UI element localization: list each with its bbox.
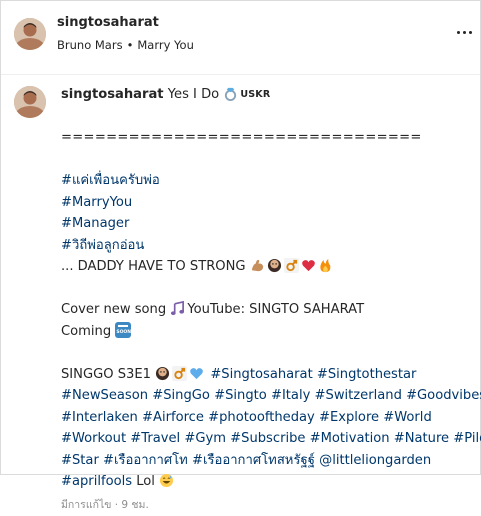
blue-heart-icon (189, 366, 204, 381)
coming-line: Coming SOON (61, 321, 466, 343)
flexed-biceps-icon (250, 258, 265, 273)
grinning-sweat-icon (159, 473, 174, 488)
red-heart-icon (301, 258, 316, 273)
post-card: singtosaharat Bruno Mars •Marry You singt… (0, 0, 481, 475)
bearded-face-icon (155, 366, 170, 381)
hashtag[interactable]: #Singto (214, 388, 267, 403)
daddy-text: ... DADDY HAVE TO STRONG (61, 259, 246, 274)
hashtag[interactable]: #เรืออากาศโท (103, 453, 188, 468)
hashtag[interactable]: #Airforce (142, 410, 204, 425)
hashtag-line: #Workout #Travel #Gym #Subscribe #Motiva… (61, 428, 466, 450)
hashtag[interactable]: #Singtosaharat (210, 367, 312, 382)
hashtag[interactable]: #SingGo (152, 388, 210, 403)
hashtag[interactable]: #Motivation (310, 431, 390, 446)
coming-text: Coming (61, 324, 111, 339)
divider-line: ================================ (61, 127, 466, 149)
hashtag-line: #Star #เรืออากาศโท #เรืออากาศโทสหรัฐฐ์ @… (61, 450, 466, 472)
hashtag-line: #NewSeason #SingGo #Singto #Italy #Switz… (61, 385, 466, 407)
hashtag[interactable]: #Singtothestar (317, 367, 417, 382)
male-sign-icon (284, 258, 299, 273)
daddy-line: ... DADDY HAVE TO STRONG (61, 256, 466, 278)
music-artist[interactable]: Bruno Mars (57, 38, 123, 52)
hashtag[interactable]: #World (383, 410, 432, 425)
male-sign-icon (172, 366, 187, 381)
hashtag[interactable]: #แค่เพื่อนครับพ่อ (61, 173, 160, 188)
hashtag[interactable]: #เรืออากาศโทสหรัฐฐ์ (192, 453, 315, 468)
music-song[interactable]: Marry You (137, 38, 194, 52)
soon-arrow-icon: SOON (115, 322, 131, 338)
lol-text: Lol (136, 474, 155, 489)
hashtag[interactable]: #Explore (319, 410, 379, 425)
hashtag[interactable]: #Italy (271, 388, 310, 403)
hashtag[interactable]: #Pilot (453, 431, 481, 446)
fire-icon (318, 258, 333, 273)
bearded-face-icon (267, 258, 282, 273)
last-line: #aprilfools Lol (61, 471, 466, 493)
hashtag[interactable]: #aprilfools (61, 474, 132, 489)
hashtag[interactable]: #Nature (394, 431, 449, 446)
hashtag[interactable]: #Manager (61, 216, 129, 231)
title-suffix: USKR (240, 89, 270, 100)
hashtag[interactable]: #MarryYou (61, 195, 132, 210)
hashtag[interactable]: #Switzerland (315, 388, 402, 403)
hashtag[interactable]: #Workout (61, 431, 126, 446)
hashtag[interactable]: #Travel (130, 431, 180, 446)
caption-title-line: singtosaharat Yes I Do USKR (61, 84, 466, 106)
more-options-icon[interactable] (456, 25, 472, 41)
hashtag[interactable]: #photooftheday (208, 410, 315, 425)
header-username[interactable]: singtosaharat (57, 15, 159, 30)
musical-notes-icon (170, 301, 185, 316)
hashtag[interactable]: #Interlaken (61, 410, 138, 425)
hashtag[interactable]: #NewSeason (61, 388, 148, 403)
timestamp: มีการแก้ไข · 9 ชม. (61, 495, 466, 516)
music-separator: • (127, 38, 134, 52)
hashtag[interactable]: #Subscribe (230, 431, 305, 446)
mention-link[interactable]: @littleliongarden (319, 453, 431, 468)
avatar[interactable] (14, 18, 46, 50)
caption: singtosaharat Yes I Do USKR ============… (61, 84, 466, 516)
hashtag[interactable]: #Star (61, 453, 99, 468)
cover-line: Cover new song YouTube: SINGTO SAHARAT (61, 299, 466, 321)
cover-text: Cover new song (61, 302, 166, 317)
youtube-link-text: YouTube: SINGTO SAHARAT (187, 302, 364, 317)
ring-icon (223, 86, 238, 101)
season-text: SINGGO S3E1 (61, 367, 151, 382)
caption-username[interactable]: singtosaharat (61, 87, 164, 102)
season-line: SINGGO S3E1 #Singtosaharat #Singtothesta… (61, 364, 466, 386)
hashtag[interactable]: #Goodvibes (406, 388, 481, 403)
music-info[interactable]: Bruno Mars •Marry You (57, 38, 194, 52)
caption-title: Yes I Do (168, 87, 219, 102)
hashtag-line: #Interlaken #Airforce #photooftheday #Ex… (61, 407, 466, 429)
post-header: singtosaharat Bruno Mars •Marry You (1, 1, 480, 75)
hashtag[interactable]: #วิถีพ่อลูกอ่อน (61, 238, 144, 253)
hashtag[interactable]: #Gym (184, 431, 226, 446)
caption-avatar[interactable] (14, 86, 46, 118)
